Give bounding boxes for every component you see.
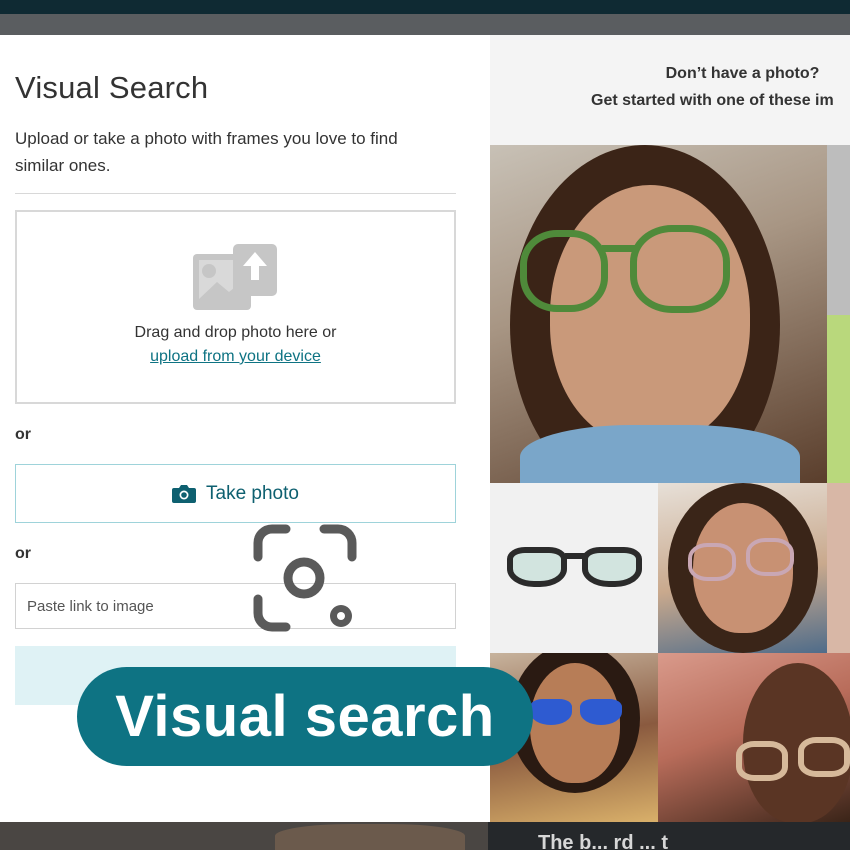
example-photo[interactable] (490, 483, 658, 653)
top-bar (0, 0, 850, 14)
paste-link-input[interactable] (15, 583, 456, 629)
description: Upload or take a photo with frames you l… (15, 129, 398, 175)
visual-search-lens-icon (253, 524, 357, 632)
background-right: The b... rd ... t (488, 822, 850, 850)
examples-subheading: Get started with one of these im (591, 92, 834, 109)
background-page-peek: The b... rd ... t (0, 822, 850, 850)
upload-from-device-link[interactable]: upload from your device (17, 348, 454, 366)
visual-search-banner: Visual search (77, 667, 533, 766)
background-text: The b... rd ... t (538, 832, 668, 850)
examples-heading: Don’t have a photo? (665, 65, 820, 82)
take-photo-label: Take photo (206, 482, 299, 504)
image-upload-icon (193, 244, 277, 310)
camera-icon (172, 485, 197, 503)
example-photo[interactable] (658, 653, 850, 822)
example-photo[interactable] (827, 483, 850, 653)
page-title: Visual Search (15, 70, 209, 105)
background-photo (275, 824, 465, 850)
take-photo-button[interactable]: Take photo (15, 464, 456, 523)
dropzone-text: Drag and drop photo here or (134, 324, 337, 341)
divider (15, 193, 456, 194)
example-photo[interactable] (827, 315, 850, 483)
example-photo[interactable] (658, 483, 827, 653)
photo-dropzone[interactable]: Drag and drop photo here or upload from … (15, 210, 456, 404)
backdrop-overlay (0, 14, 850, 35)
or-separator: or (15, 426, 31, 443)
background-left (0, 822, 488, 850)
or-separator: or (15, 545, 31, 562)
example-photo[interactable] (490, 145, 827, 483)
example-photo[interactable] (827, 145, 850, 315)
visual-search-modal: Visual Search Upload or take a photo wit… (0, 35, 850, 822)
example-photos-panel: Don’t have a photo? Get started with one… (490, 35, 850, 822)
banner-text: Visual search (115, 684, 495, 749)
